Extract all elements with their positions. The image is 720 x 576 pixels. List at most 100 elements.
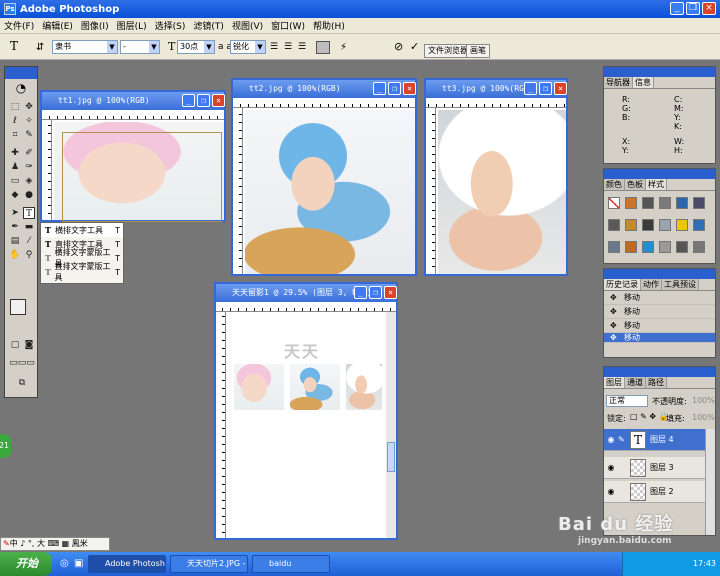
panel-header[interactable] [604,269,715,279]
style-swatch[interactable] [693,219,705,231]
task-baidu-folder[interactable]: baidu [252,555,330,573]
menu-image[interactable]: 图像(I) [77,19,113,32]
style-swatch[interactable] [608,219,620,231]
layer-row-2[interactable]: ◉ 图层 2 [604,481,715,503]
maximize-button[interactable]: ❐ [388,82,401,95]
tab-channels[interactable]: 通道 [625,377,646,388]
maximize-button[interactable]: ❐ [197,94,210,107]
style-swatch[interactable] [659,197,671,209]
style-swatch[interactable] [659,219,671,231]
style-swatch[interactable] [608,241,620,253]
foreground-color-swatch[interactable] [10,299,26,315]
menu-window[interactable]: 窗口(W) [267,19,309,32]
standard-mode-icon[interactable]: ▢ [9,339,21,351]
toolbox-header[interactable] [5,67,37,79]
tab-color[interactable]: 颜色 [604,179,625,190]
history-brush-icon[interactable]: ✑ [23,161,35,173]
canvas-caption-text[interactable]: 天天 [272,338,332,362]
dodge-tool-icon[interactable]: ● [23,189,35,201]
style-swatch[interactable] [642,219,654,231]
style-swatch[interactable] [693,197,705,209]
panel-header[interactable] [604,367,715,377]
flyout-item-vertical-type-mask[interactable]: T 直排文字蒙版工具 T [41,262,123,282]
style-swatch[interactable] [693,241,705,253]
menu-help[interactable]: 帮助(H) [309,19,349,32]
doc-titlebar[interactable]: tt3.jpg @ 100%(RGB) _ ❐ × [426,80,567,98]
tab-info[interactable]: 信息 [633,77,654,88]
path-select-icon[interactable]: ➤ [9,207,21,219]
eraser-tool-icon[interactable]: ▭ [9,175,21,187]
quick-mask-icon[interactable]: ◙ [23,339,35,351]
shape-tool-icon[interactable]: ▬ [23,221,35,233]
doc-titlebar[interactable]: tt2.jpg @ 100%(RGB) _ ❐ × [233,80,416,98]
transform-bounding-box[interactable] [62,132,222,222]
status-badge[interactable]: 21 [0,434,12,458]
style-swatch[interactable] [642,197,654,209]
scrollbar-thumb[interactable] [387,442,395,472]
align-center-icon[interactable]: ☰ [284,42,292,52]
minimize-button[interactable]: _ [182,94,195,107]
hand-tool-icon[interactable]: ✋ [9,249,21,261]
opacity-field[interactable]: 100% [692,396,715,405]
font-family-select[interactable]: 隶书 ▼ [52,40,118,54]
quicklaunch-ie-icon[interactable]: ◎ [60,558,69,569]
doc-titlebar[interactable]: tt1.jpg @ 100%(RGB) _ ❐ × [42,92,225,110]
marquee-tool-icon[interactable]: ⬚ [9,101,21,113]
style-swatch[interactable] [676,241,688,253]
crop-tool-icon[interactable]: ⌗ [9,129,21,141]
menu-view[interactable]: 视图(V) [228,19,267,32]
style-swatch[interactable] [676,219,688,231]
stamp-tool-icon[interactable]: ♟ [9,161,21,173]
move-tool-icon[interactable]: ✥ [23,101,35,113]
screen-mode-icon[interactable]: ▭▭▭ [7,357,37,369]
layers-scrollbar[interactable] [705,429,715,535]
vertical-scrollbar[interactable] [386,312,396,538]
panel-header[interactable] [604,169,715,179]
close-button[interactable]: × [384,286,397,299]
file-browser-tab[interactable]: 文件浏览器 [424,44,472,58]
task-photoshop[interactable]: Adobe Photoshop [88,555,166,573]
style-swatch[interactable] [625,197,637,209]
lasso-tool-icon[interactable]: ℓ [9,115,21,127]
minimize-button[interactable]: _ [354,286,367,299]
ime-toolbar[interactable]: ✎中 ♪ °, 大 ⌨ ▦ 鳳米 [0,537,110,551]
flyout-item-horizontal-type[interactable]: T 横排文字工具 T [41,223,123,237]
document-window-tt3[interactable]: tt3.jpg @ 100%(RGB) _ ❐ × [424,78,568,276]
style-swatch[interactable] [642,241,654,253]
document-window-main[interactable]: 天天留影1 @ 29.5% (图层 3, RGB) _ ❐ × 天天 [214,282,398,540]
jump-to-imageready-icon[interactable]: ⧉ [7,377,37,389]
close-button[interactable]: × [212,94,225,107]
fill-field[interactable]: 100% [692,413,715,422]
blur-tool-icon[interactable]: ◆ [9,189,21,201]
close-button[interactable]: × [702,2,716,15]
start-button[interactable]: 开始 [0,552,52,576]
blend-mode-select[interactable]: 正常 [606,395,648,407]
menu-edit[interactable]: 编辑(E) [38,19,77,32]
close-button[interactable]: × [403,82,416,95]
commit-icon[interactable]: ✓ [410,40,419,53]
photoshop-eye-icon[interactable]: ◔ [11,81,31,97]
cancel-icon[interactable]: ⊘ [394,40,403,53]
healing-tool-icon[interactable]: ✚ [9,147,21,159]
style-swatch[interactable] [608,197,620,209]
minimize-button[interactable]: _ [524,82,537,95]
layer-row-3[interactable]: ◉ 图层 3 [604,457,715,479]
style-swatch[interactable] [625,241,637,253]
minimize-button[interactable]: _ [373,82,386,95]
zoom-tool-icon[interactable]: ⚲ [23,249,35,261]
pen-tool-icon[interactable]: ✒ [9,221,21,233]
document-window-tt1[interactable]: tt1.jpg @ 100%(RGB) _ ❐ × [40,90,226,222]
style-swatch[interactable] [625,219,637,231]
tab-actions[interactable]: 动作 [641,279,662,290]
bucket-tool-icon[interactable]: ◈ [23,175,35,187]
quicklaunch-desktop-icon[interactable]: ▣ [74,558,83,569]
eye-icon[interactable]: ◉ [604,487,618,496]
antialias-select[interactable]: 锐化 ▼ [230,40,266,54]
eye-icon[interactable]: ◉ [604,463,618,472]
warp-text-icon[interactable]: ⚡ [340,42,347,53]
task-image-file[interactable]: 天天切片2.JPG - ... [170,555,248,573]
menu-filter[interactable]: 滤镜(T) [189,19,228,32]
minimize-button[interactable]: _ [670,2,684,15]
brush-tool-icon[interactable]: ✐ [23,147,35,159]
align-right-icon[interactable]: ☰ [298,42,306,52]
